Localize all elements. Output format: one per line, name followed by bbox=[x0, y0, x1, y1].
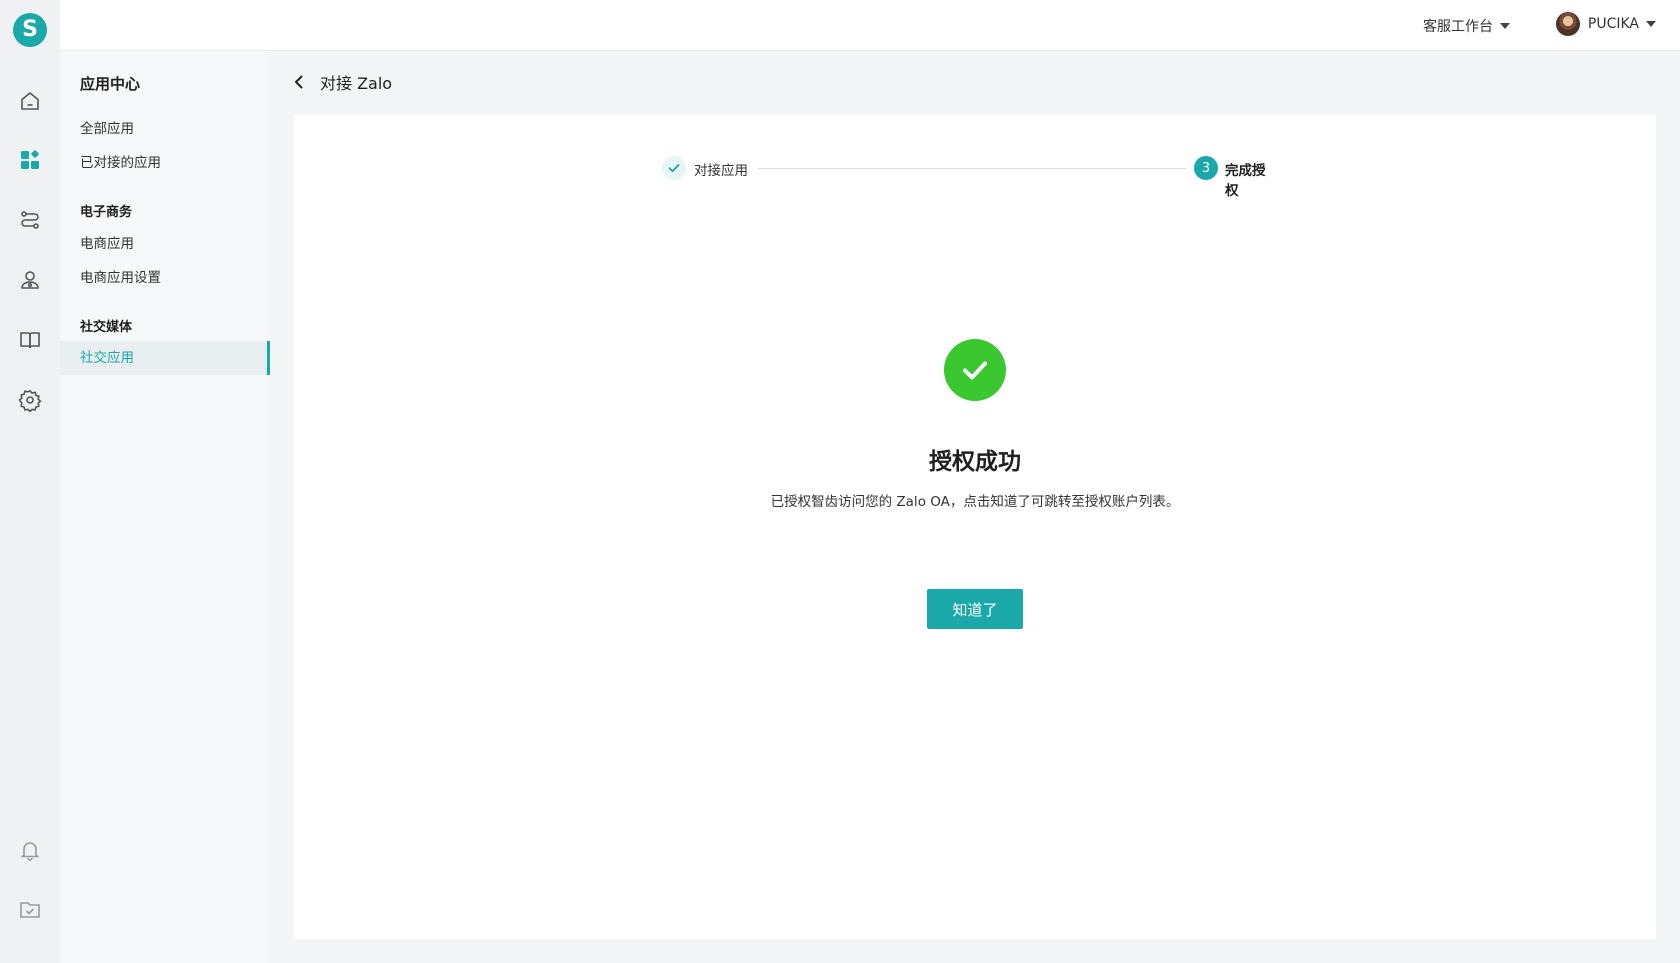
chevron-down-icon bbox=[1646, 21, 1656, 27]
inbox-icon[interactable] bbox=[18, 897, 42, 921]
sidebar-item-ecommerce-apps[interactable]: 电商应用 bbox=[60, 227, 270, 261]
workbench-dropdown[interactable]: 客服工作台 bbox=[1423, 16, 1510, 36]
got-it-button[interactable]: 知道了 bbox=[927, 589, 1023, 629]
success-check-icon bbox=[944, 339, 1006, 401]
logo-letter: S bbox=[22, 17, 38, 42]
bell-icon[interactable] bbox=[18, 838, 42, 862]
contacts-icon[interactable] bbox=[18, 268, 42, 292]
avatar bbox=[1555, 12, 1580, 36]
chevron-down-icon bbox=[1500, 23, 1510, 29]
step-connector bbox=[758, 168, 1186, 169]
book-icon[interactable] bbox=[18, 328, 42, 352]
workbench-label: 客服工作台 bbox=[1423, 19, 1493, 35]
step-3-label: 完成授权 bbox=[1225, 163, 1266, 199]
success-description: 已授权智齿访问您的 Zalo OA，点击知道了可跳转至授权账户列表。 bbox=[770, 494, 1180, 510]
top-bar: 客服工作台 PUCIKA bbox=[60, 0, 1680, 51]
gear-icon[interactable] bbox=[18, 388, 42, 412]
icon-rail: S bbox=[0, 0, 60, 963]
back-arrow-icon[interactable] bbox=[290, 73, 308, 91]
user-name: PUCIKA bbox=[1587, 16, 1639, 32]
step-1-label: 对接应用 bbox=[694, 163, 748, 179]
step-done-icon bbox=[662, 156, 686, 180]
route-icon[interactable] bbox=[18, 208, 42, 232]
user-menu[interactable]: PUCIKA bbox=[1555, 12, 1656, 36]
success-title: 授权成功 bbox=[929, 449, 1021, 475]
sidebar-item-social-apps[interactable]: 社交应用 bbox=[60, 341, 270, 375]
content-card: 对接应用 3 完成授权 授权成功 已授权智齿访问您的 Zalo OA，点击知道了… bbox=[294, 115, 1656, 939]
page-header: 对接 Zalo bbox=[290, 70, 392, 94]
step-3-number: 3 bbox=[1194, 156, 1218, 180]
page-title: 对接 Zalo bbox=[320, 74, 393, 93]
sidebar-item-ecommerce-settings[interactable]: 电商应用设置 bbox=[60, 261, 270, 295]
sidebar-group-ecommerce: 电子商务 bbox=[80, 205, 133, 220]
sidebar-item-connected-apps[interactable]: 已对接的应用 bbox=[60, 146, 270, 180]
steps-bar: 对接应用 3 完成授权 bbox=[662, 155, 1278, 199]
app-center-sidebar: 应用中心 全部应用 已对接的应用 电子商务 电商应用 电商应用设置 社交媒体 社… bbox=[60, 51, 270, 963]
sidebar-item-all-apps[interactable]: 全部应用 bbox=[60, 112, 270, 146]
brand-logo[interactable]: S bbox=[13, 13, 47, 47]
home-icon[interactable] bbox=[18, 89, 42, 113]
sidebar-title: 应用中心 bbox=[80, 75, 141, 93]
apps-icon[interactable] bbox=[18, 148, 42, 172]
sidebar-group-social: 社交媒体 bbox=[80, 320, 133, 335]
